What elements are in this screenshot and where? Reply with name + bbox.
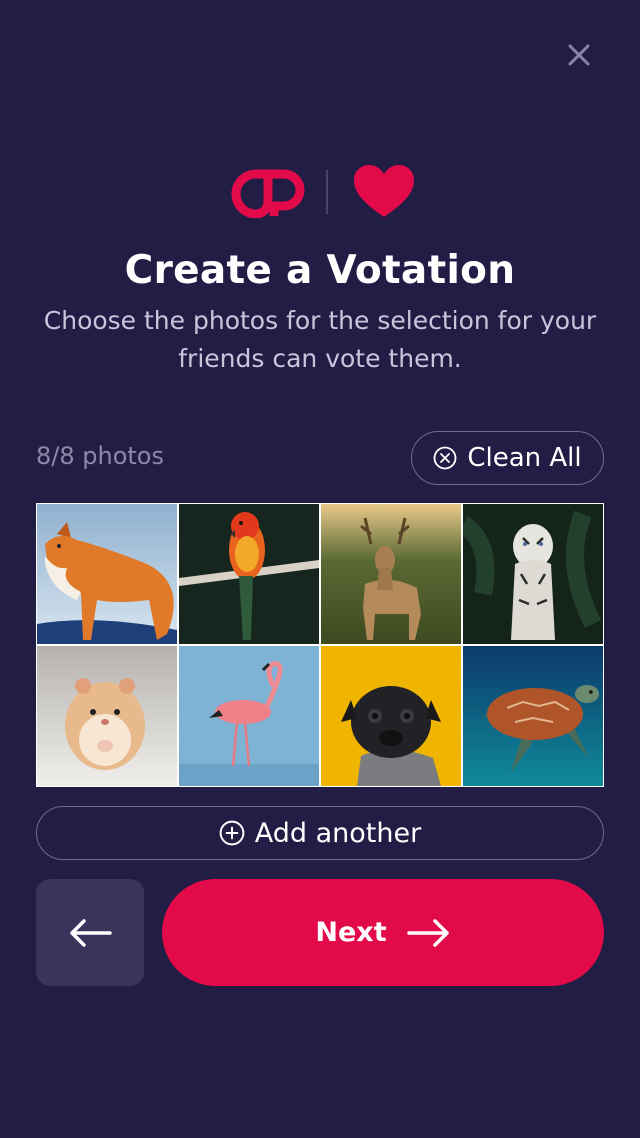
photo-grid <box>36 503 604 787</box>
circle-x-icon <box>433 446 457 470</box>
photo-hamster[interactable] <box>37 646 177 786</box>
back-button[interactable] <box>36 879 144 986</box>
arrow-right-icon <box>406 918 449 947</box>
photo-deer[interactable] <box>321 504 461 644</box>
photo-flamingo[interactable] <box>179 646 319 786</box>
photo-pug[interactable] <box>321 646 461 786</box>
clean-all-button[interactable]: Clean All <box>411 431 604 485</box>
page-title: Create a Votation <box>124 248 516 293</box>
photo-fox[interactable] <box>37 504 177 644</box>
close-button[interactable] <box>562 38 596 72</box>
next-label: Next <box>315 917 387 948</box>
next-button[interactable]: Next <box>162 879 604 986</box>
heart-icon <box>354 165 414 217</box>
close-icon <box>568 44 590 66</box>
brand-header <box>220 162 420 222</box>
clean-all-label: Clean All <box>467 443 582 473</box>
arrow-left-icon <box>70 918 112 947</box>
photo-count: 8/8 photos <box>36 442 164 470</box>
page-subtitle: Choose the photos for the selection for … <box>43 306 597 373</box>
dp-logo <box>231 169 305 218</box>
circle-plus-icon <box>219 820 245 846</box>
add-another-button[interactable]: Add another <box>36 806 604 860</box>
photo-white-tiger[interactable] <box>463 504 603 644</box>
photo-parrot[interactable] <box>179 504 319 644</box>
logo-divider <box>326 170 328 214</box>
photo-sea-turtle[interactable] <box>463 646 603 786</box>
add-another-label: Add another <box>254 817 422 849</box>
